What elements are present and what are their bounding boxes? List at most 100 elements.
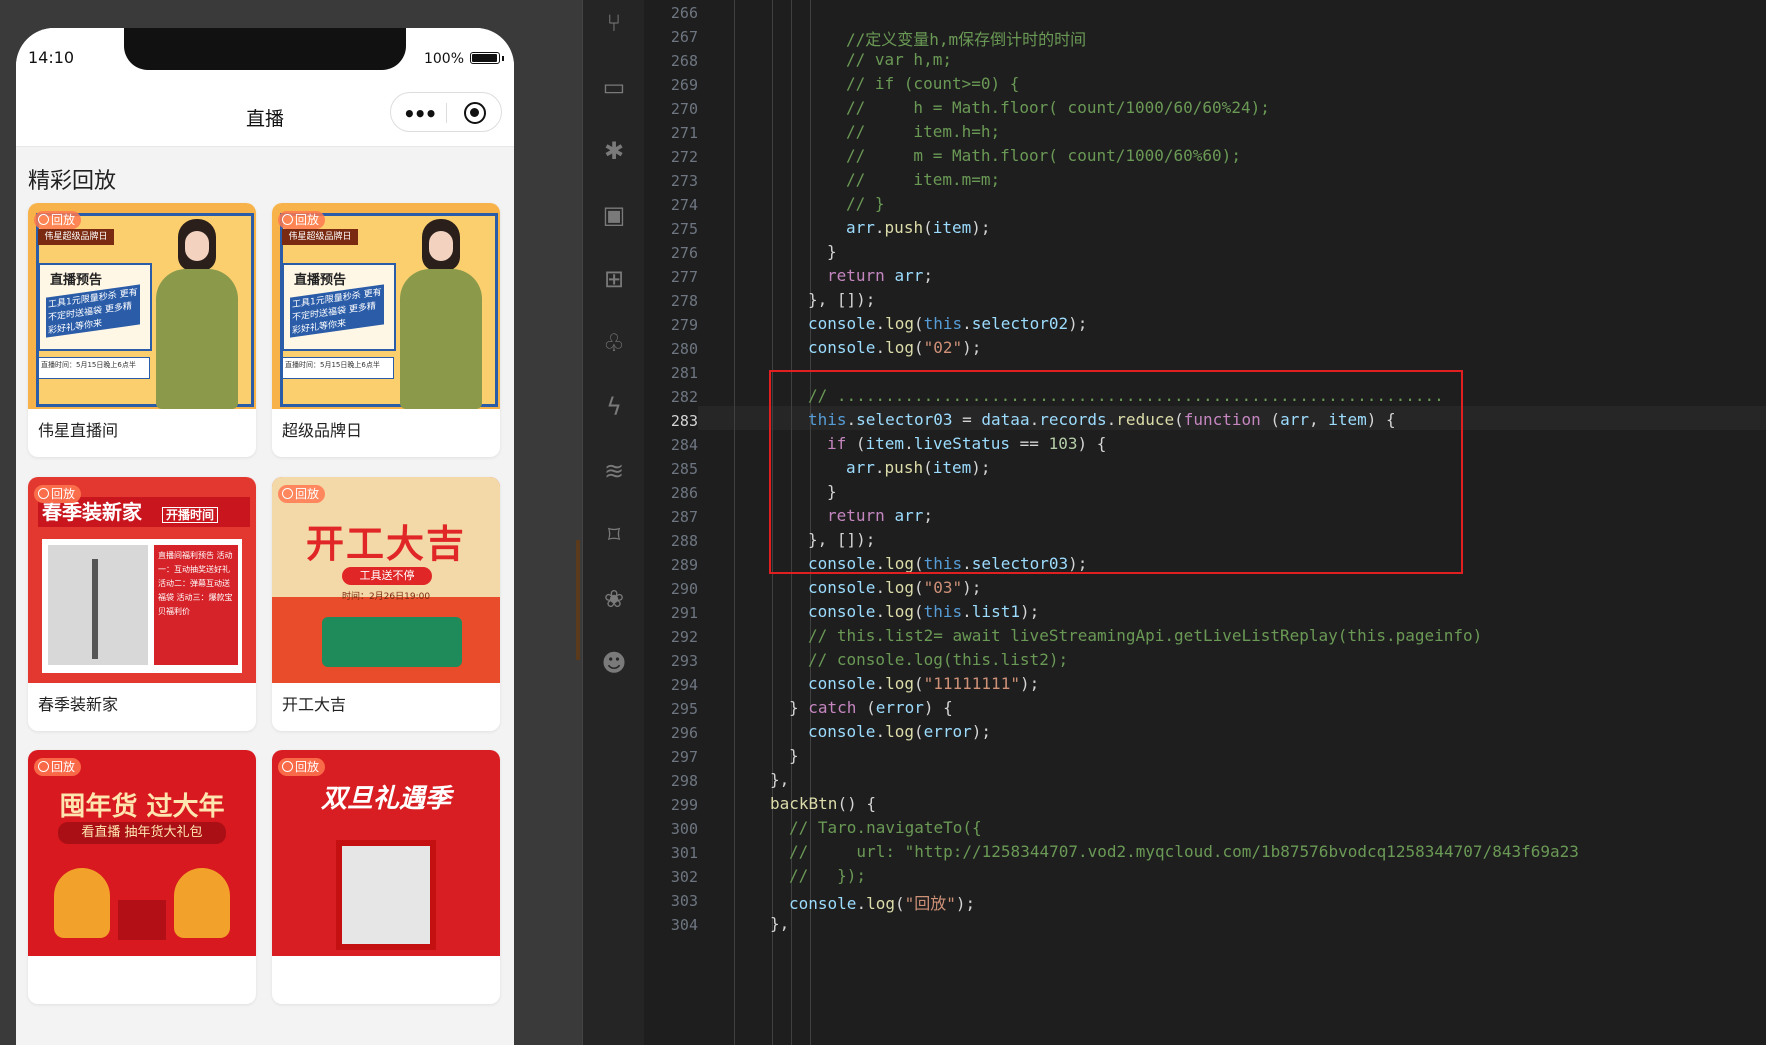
code-line[interactable]: return arr;: [827, 266, 933, 285]
line-number: 288: [670, 532, 698, 550]
clock-icon: [282, 214, 293, 225]
line-number: 295: [670, 700, 698, 718]
line-number: 276: [670, 244, 698, 262]
model-dress: [156, 269, 238, 409]
line-number: 290: [670, 580, 698, 598]
poster-kaigong-title: 开工大吉: [305, 522, 466, 566]
replay-card[interactable]: 伟星超级品牌日 直播预告 工具1元限量秒杀 更有不定时送福袋 更多精彩好礼等你来…: [28, 203, 256, 457]
code-line[interactable]: console.log(this.list1);: [808, 602, 1039, 621]
line-number: 293: [670, 652, 698, 670]
poster-newyear-title: 囤年货 过大年: [59, 792, 225, 822]
replay-badge-label: 回放: [295, 213, 320, 227]
poster-preview-sub: 工具1元限量秒杀 更有不定时送福袋 更多精彩好礼等你来: [46, 284, 140, 338]
line-number: 299: [670, 796, 698, 814]
poster-panel: 直播间福利预告 活动一：互动抽奖送好礼 活动二：弹幕互动送福袋 活动三：爆款宝贝…: [42, 539, 242, 673]
line-number: 275: [670, 220, 698, 238]
remote-explorer-icon[interactable]: ▣: [599, 200, 629, 230]
code-line[interactable]: console.log(error);: [808, 722, 991, 741]
code-line[interactable]: console.log("11111111");: [808, 674, 1039, 693]
replay-card[interactable]: 囤年货 过大年 看直播 抽年货大礼包 回放: [28, 750, 256, 1004]
poster-newyear-sub: 看直播 抽年货大礼包: [58, 822, 226, 844]
code-line[interactable]: } catch (error) {: [789, 698, 953, 717]
replay-badge: 回放: [278, 485, 326, 503]
replay-card[interactable]: 春季装新家 开播时间 直播间福利预告 活动一：互动抽奖送好礼 活动二：弹幕互动送福…: [28, 477, 256, 731]
line-number: 287: [670, 508, 698, 526]
code-line[interactable]: console.log("03");: [808, 578, 981, 597]
git-tree-icon[interactable]: ♧: [599, 328, 629, 358]
replay-card[interactable]: 伟星超级品牌日 直播预告 工具1元限量秒杀 更有不定时送福袋 更多精彩好礼等你来…: [272, 203, 500, 457]
code-line[interactable]: // });: [789, 866, 866, 885]
source-control-icon[interactable]: ⑂: [599, 8, 629, 38]
line-number: 304: [670, 916, 698, 934]
model-face: [429, 231, 453, 261]
code-line[interactable]: // if (count>=0) {: [846, 74, 1019, 93]
line-number: 273: [670, 172, 698, 190]
code-line[interactable]: backBtn() {: [770, 794, 876, 813]
code-line[interactable]: },: [770, 914, 789, 933]
debug-icon[interactable]: ✱: [599, 136, 629, 166]
robot-icon[interactable]: ☻: [599, 648, 629, 678]
replay-badge-label: 回放: [295, 487, 320, 501]
poster-image: 双旦礼遇季: [272, 750, 500, 956]
line-number: 286: [670, 484, 698, 502]
code-line[interactable]: // }: [846, 194, 885, 213]
code-line[interactable]: console.log("回放");: [789, 890, 975, 914]
replay-badge: 回放: [278, 211, 326, 229]
poster-brand-banner: 伟星超级品牌日: [38, 229, 114, 245]
poster-kaigong-time: 时间：2月26日19:00: [341, 592, 431, 602]
extensions-icon[interactable]: ⊞: [599, 264, 629, 294]
replay-card[interactable]: 双旦礼遇季 回放: [272, 750, 500, 1004]
replay-badge: 回放: [34, 211, 82, 229]
code-line[interactable]: arr.push(item);: [846, 218, 991, 237]
line-number: 289: [670, 556, 698, 574]
scroll-marker: [576, 540, 580, 660]
code-line[interactable]: // console.log(this.list2);: [808, 650, 1068, 669]
card-title: 超级品牌日: [282, 421, 363, 440]
line-number: 266: [670, 4, 698, 22]
code-line[interactable]: console.log(this.selector02);: [808, 314, 1087, 333]
paw-icon[interactable]: ❀: [599, 584, 629, 614]
card-title: 春季装新家: [38, 695, 119, 714]
card-title: 开工大吉: [282, 695, 347, 714]
code-line[interactable]: // url: "http://1258344707.vod2.myqcloud…: [789, 842, 1579, 861]
poster-preview-box: 直播预告 工具1元限量秒杀 更有不定时送福袋 更多精彩好礼等你来: [38, 263, 152, 351]
poster-preview-title: 直播预告: [50, 273, 103, 288]
line-number: 291: [670, 604, 698, 622]
code-line[interactable]: }: [827, 242, 837, 261]
poster-kaigong-pill: 工具送不停: [342, 567, 432, 585]
bookmark-icon[interactable]: ⌑: [599, 520, 629, 550]
line-number: 278: [670, 292, 698, 310]
close-program-icon[interactable]: [464, 102, 486, 124]
code-line[interactable]: // Taro.navigateTo({: [789, 818, 982, 837]
code-line[interactable]: // h = Math.floor( count/1000/60/60%24);: [846, 98, 1270, 117]
line-number: 283: [670, 412, 698, 430]
code-line[interactable]: },: [770, 770, 789, 789]
code-line[interactable]: // this.list2= await liveStreamingApi.ge…: [808, 626, 1482, 645]
line-number: 285: [670, 460, 698, 478]
code-line[interactable]: // item.m=m;: [846, 170, 1000, 189]
code-line[interactable]: // item.h=h;: [846, 122, 1000, 141]
poster-image: 囤年货 过大年 看直播 抽年货大礼包: [28, 750, 256, 956]
code-line[interactable]: console.log("02");: [808, 338, 981, 357]
shower-product: [48, 545, 148, 665]
line-number: 272: [670, 148, 698, 166]
line-number: 303: [670, 892, 698, 910]
lightning-icon[interactable]: ϟ: [599, 392, 629, 422]
clock-icon: [282, 488, 293, 499]
docker-icon[interactable]: ≋: [599, 456, 629, 486]
replay-badge: 回放: [34, 758, 82, 776]
explorer-icon[interactable]: ▭: [599, 72, 629, 102]
activity-bar: ⑂ ▭ ✱ ▣ ⊞ ♧ ϟ ≋ ⌑ ❀ ☻: [582, 0, 644, 1045]
code-line[interactable]: // var h,m;: [846, 50, 952, 69]
more-menu-icon[interactable]: •••: [403, 102, 437, 126]
code-line[interactable]: }: [789, 746, 799, 765]
code-line[interactable]: }, []);: [808, 290, 875, 309]
line-number: 280: [670, 340, 698, 358]
line-number: 292: [670, 628, 698, 646]
clock-icon: [38, 488, 49, 499]
code-line[interactable]: // m = Math.floor( count/1000/60%60);: [846, 146, 1241, 165]
model-dress: [400, 269, 482, 409]
code-line[interactable]: //定义变量h,m保存倒计时的时间: [846, 26, 1086, 50]
replay-card[interactable]: 开工大吉 工具送不停 时间：2月26日19:00 回放 开工大吉: [272, 477, 500, 731]
phone-notch: [124, 28, 406, 70]
